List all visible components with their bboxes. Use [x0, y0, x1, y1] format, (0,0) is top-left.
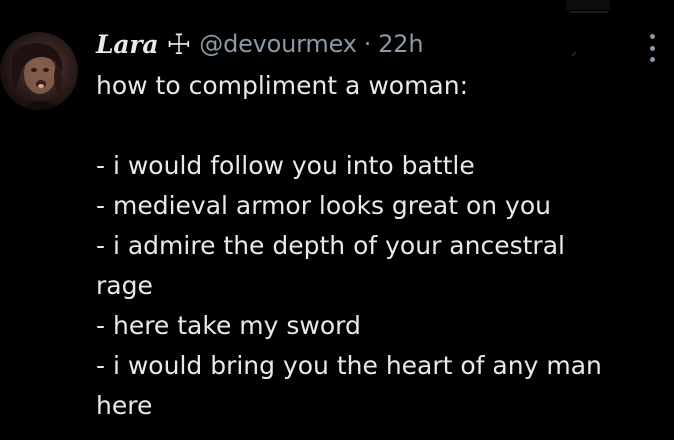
tweet-line: - i would follow you into battle [96, 151, 475, 180]
avatar-image [11, 43, 63, 110]
cross-symbol-icon: ☩ [166, 27, 192, 61]
scribble-mark [566, 0, 610, 57]
more-dot [649, 45, 655, 51]
tweet-header: Lara ☩ @devourmex · 22h [96, 26, 424, 62]
tweet-line: how to compliment a woman: [96, 71, 469, 100]
tweet-line: - i admire the depth of your ancestral [96, 231, 565, 260]
tweet-timestamp[interactable]: 22h [378, 30, 423, 58]
tweet-line: here [96, 391, 153, 420]
more-dot [649, 57, 655, 62]
profile-avatar[interactable] [0, 32, 78, 110]
user-handle[interactable]: @devourmex [199, 30, 357, 58]
more-dot [649, 34, 655, 39]
tweet-line: - medieval armor looks great on you [96, 191, 551, 220]
tweet-body: how to compliment a woman: - i would fol… [96, 66, 666, 426]
tweet: Lara ☩ @devourmex · 22h how to complimen… [0, 0, 674, 440]
more-options-icon[interactable] [640, 34, 664, 62]
tweet-line: - i would bring you the heart of any man [96, 351, 602, 380]
separator-dot: · [363, 30, 372, 58]
tweet-line: - here take my sword [96, 311, 361, 340]
tweet-line: rage [96, 271, 153, 300]
display-name[interactable]: Lara [96, 30, 159, 59]
